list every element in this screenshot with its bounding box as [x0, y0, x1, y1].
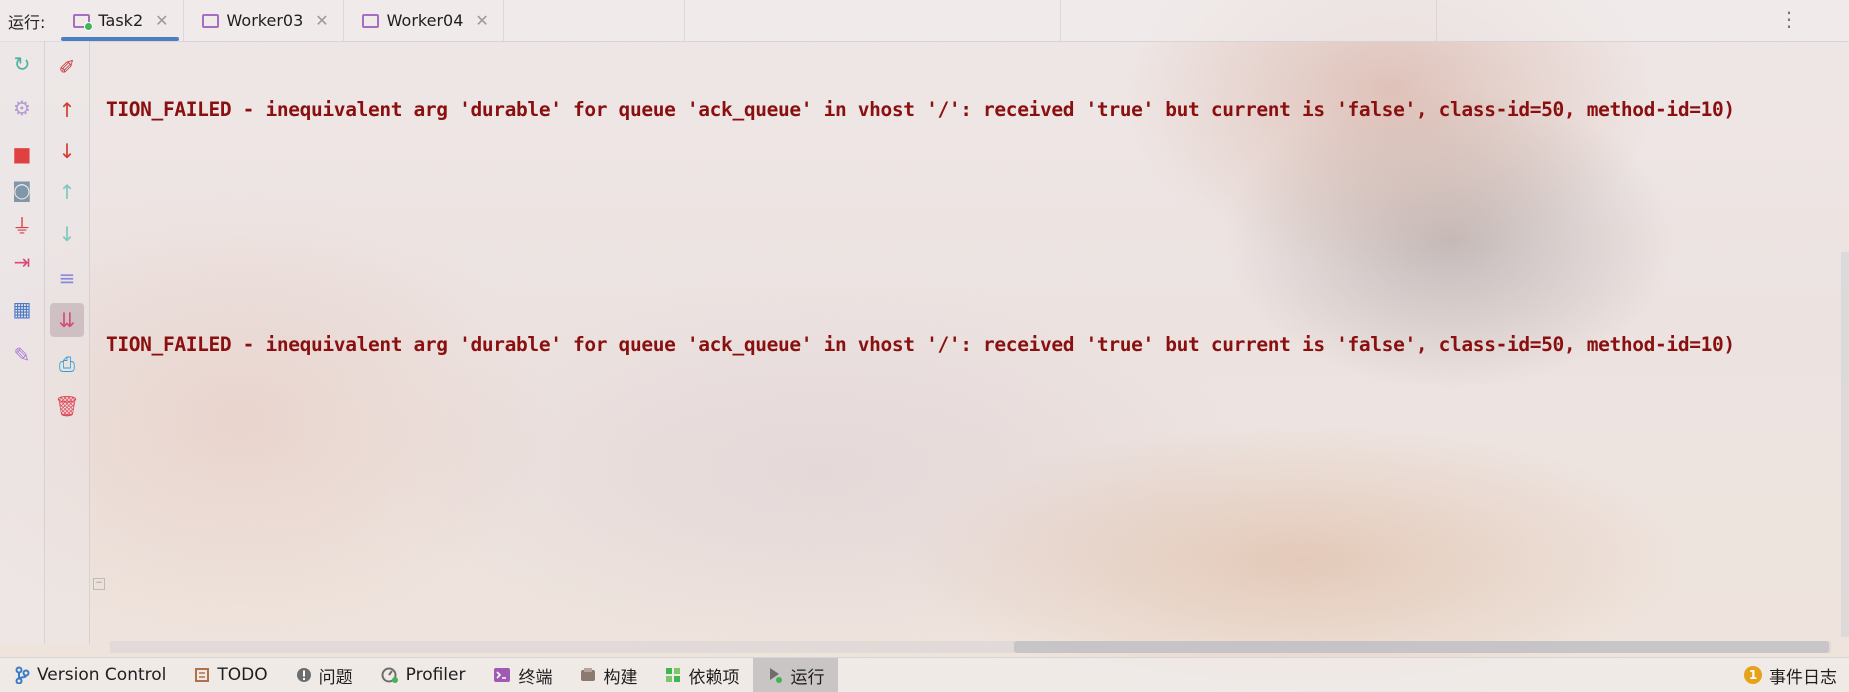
tool-run[interactable]: 运行: [753, 658, 839, 692]
settings-icon[interactable]: ⚙: [0, 91, 44, 125]
run-toolbar: ↻ ⚙ ■ ◙ ⏚ ⇥ ▦ ✎: [0, 41, 45, 644]
console-line: TION_FAILED - inequivalent arg 'durable'…: [106, 333, 1735, 356]
tool-label: 构建: [603, 667, 638, 688]
tool-label: TODO: [217, 665, 268, 685]
stop-icon[interactable]: ■: [0, 137, 44, 171]
tool-label: Version Control: [37, 665, 167, 685]
tool-window-bar: Version Control TODO 问题 Profiler 终端 构建 依…: [0, 657, 1849, 692]
run-config-icon: [73, 13, 94, 31]
tool-profiler[interactable]: Profiler: [367, 658, 480, 692]
tab-divider: [1059, 0, 1061, 41]
build-icon: [581, 668, 596, 681]
tool-version-control[interactable]: Version Control: [0, 658, 180, 692]
horizontal-scrollbar-thumb[interactable]: [1014, 641, 1829, 653]
console-line: TION_FAILED - inequivalent arg 'durable'…: [106, 98, 1735, 121]
tool-label: 依赖项: [688, 667, 740, 688]
console-output[interactable]: TION_FAILED - inequivalent arg 'durable'…: [90, 41, 1849, 644]
up-arrow-light-icon[interactable]: ↑: [45, 175, 89, 209]
tool-dependencies[interactable]: 依赖项: [651, 658, 753, 692]
tab-worker04[interactable]: Worker04 ✕: [344, 0, 504, 41]
more-options-icon[interactable]: ⋮: [1779, 9, 1799, 29]
branch-icon: [15, 666, 30, 684]
tool-todo[interactable]: TODO: [180, 658, 281, 692]
tool-label: 问题: [318, 667, 353, 688]
tool-label: 事件日志: [1769, 667, 1837, 688]
down-arrow-light-icon[interactable]: ↓: [45, 217, 89, 251]
tool-build[interactable]: 构建: [566, 658, 651, 692]
tool-label: Profiler: [405, 665, 466, 685]
tab-divider: [1435, 0, 1437, 41]
tab-task2[interactable]: Task2 ✕: [55, 0, 184, 41]
console-toolbar: ✐ ↑ ↓ ↑ ↓ ≡ ⇊ ⎙ 🗑: [45, 41, 90, 644]
print-icon[interactable]: ⎙: [45, 347, 89, 381]
run-panel-label: 运行:: [8, 12, 46, 32]
fold-marker[interactable]: −: [93, 578, 105, 590]
close-icon[interactable]: ✕: [155, 11, 168, 30]
exit-icon[interactable]: ⇥: [0, 245, 44, 279]
tab-label: Worker03: [226, 11, 304, 30]
tool-label: 运行: [790, 667, 825, 688]
run-config-icon: [361, 13, 379, 28]
pin-icon[interactable]: ✎: [0, 338, 44, 372]
vertical-scrollbar-thumb[interactable]: [1841, 252, 1849, 637]
run-tab-bar: 运行: Task2 ✕ Worker03 ✕ Worker04 ✕ ⋮: [0, 0, 1849, 42]
event-count-badge: 1: [1744, 666, 1762, 684]
run-config-icon: [201, 13, 219, 28]
soft-wrap-icon[interactable]: ≡: [45, 261, 89, 295]
problems-icon: [296, 668, 311, 682]
profiler-icon: [381, 667, 398, 683]
todo-icon: [195, 668, 210, 682]
layout-icon[interactable]: ▦: [0, 292, 44, 326]
tool-problems[interactable]: 问题: [282, 658, 367, 692]
tab-label: Task2: [98, 11, 144, 30]
tab-worker03[interactable]: Worker03 ✕: [184, 0, 344, 41]
close-icon[interactable]: ✕: [475, 11, 488, 30]
rerun-icon[interactable]: ↻: [0, 47, 44, 81]
plug-icon[interactable]: ⏚: [0, 209, 44, 243]
trash-icon[interactable]: 🗑: [45, 389, 89, 423]
tab-label: Worker04: [386, 11, 464, 30]
close-icon[interactable]: ✕: [315, 11, 328, 30]
down-arrow-icon[interactable]: ↓: [45, 134, 89, 168]
tool-terminal[interactable]: 终端: [479, 658, 566, 692]
run-icon: [770, 668, 783, 683]
dependencies-icon: [666, 668, 681, 682]
terminal-icon: [494, 668, 511, 682]
scroll-to-end-icon[interactable]: ⇊: [50, 303, 84, 337]
tool-label: 终端: [518, 667, 553, 688]
up-arrow-icon[interactable]: ↑: [45, 93, 89, 127]
clear-edit-icon[interactable]: ✐: [45, 50, 89, 84]
camera-icon[interactable]: ◙: [0, 173, 44, 207]
tool-event-log[interactable]: 1 事件日志: [1730, 658, 1849, 692]
tab-divider: [683, 0, 685, 41]
